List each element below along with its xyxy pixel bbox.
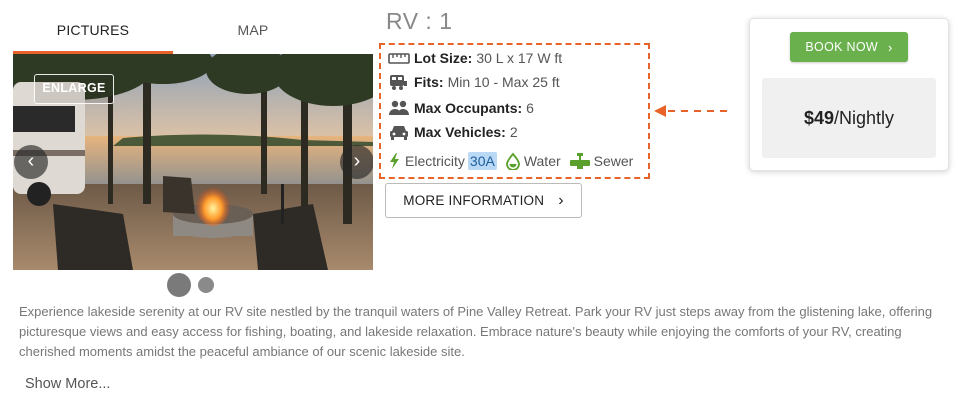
max-vehicles-label: Max Vehicles: — [414, 124, 506, 140]
booking-card: BOOK NOW › $49/Nightly — [749, 18, 949, 171]
pointer-arrow-icon — [654, 105, 728, 117]
price-unit: /Nightly — [834, 107, 895, 128]
more-information-label: MORE INFORMATION — [403, 193, 545, 208]
carousel-dot-2[interactable] — [198, 277, 214, 293]
sewer-label: Sewer — [593, 153, 634, 169]
water-drop-icon — [505, 152, 520, 170]
carousel-dot-1[interactable] — [167, 273, 191, 297]
chevron-right-icon: › — [887, 39, 893, 55]
fits-value: Min 10 - Max 25 ft — [447, 74, 560, 90]
chevron-right-icon: › — [353, 150, 361, 172]
show-more-link[interactable]: Show More... — [25, 376, 110, 392]
electricity-amp: 30A — [467, 152, 497, 170]
max-vehicles-value: 2 — [509, 124, 518, 140]
max-occupants-label: Max Occupants: — [414, 100, 523, 116]
lightning-icon — [390, 153, 399, 169]
chevron-right-icon: › — [558, 191, 564, 209]
car-icon — [390, 126, 408, 140]
book-now-label: BOOK NOW — [805, 40, 878, 54]
people-icon — [389, 100, 409, 115]
lot-size-label: Lot Size: — [414, 50, 473, 66]
gallery-tabs: PICTURES MAP — [13, 12, 333, 54]
tab-map[interactable]: MAP — [173, 12, 333, 52]
chevron-left-icon: ‹ — [27, 150, 35, 172]
price-box: $49/Nightly — [762, 78, 936, 158]
fits-row: Fits: Min 10 - Max 25 ft — [388, 72, 560, 92]
book-now-button[interactable]: BOOK NOW › — [790, 32, 908, 62]
more-information-button[interactable]: MORE INFORMATION › — [385, 183, 582, 218]
max-occupants-value: 6 — [526, 100, 534, 116]
max-vehicles-row: Max Vehicles: 2 — [388, 122, 518, 142]
price-amount: $49 — [803, 107, 834, 128]
lot-size-row: Lot Size: 30 L x 17 W ft — [388, 48, 562, 68]
carousel-dots — [167, 273, 227, 297]
site-title: RV : 1 — [386, 8, 453, 34]
rv-icon — [390, 75, 407, 90]
utilities-row: Electricity 30A Water Sewer — [388, 150, 633, 172]
max-occupants-row: Max Occupants: 6 — [388, 98, 534, 118]
sewer-valve-icon — [569, 153, 590, 169]
fits-label: Fits: — [414, 74, 444, 90]
electricity-label: Electricity — [405, 153, 465, 169]
site-specs-box: Lot Size: 30 L x 17 W ft Fits: Min 10 - … — [379, 43, 650, 179]
prev-image-button[interactable]: ‹ — [14, 145, 48, 179]
site-description: Experience lakeside serenity at our RV s… — [19, 304, 933, 359]
water-label: Water — [523, 153, 561, 169]
tab-pictures[interactable]: PICTURES — [13, 12, 173, 52]
site-photo: ENLARGE ‹ › — [13, 54, 373, 270]
next-image-button[interactable]: › — [340, 145, 373, 179]
lot-size-value: 30 L x 17 W ft — [476, 50, 563, 66]
ruler-icon — [388, 53, 410, 64]
enlarge-button[interactable]: ENLARGE — [34, 74, 114, 104]
